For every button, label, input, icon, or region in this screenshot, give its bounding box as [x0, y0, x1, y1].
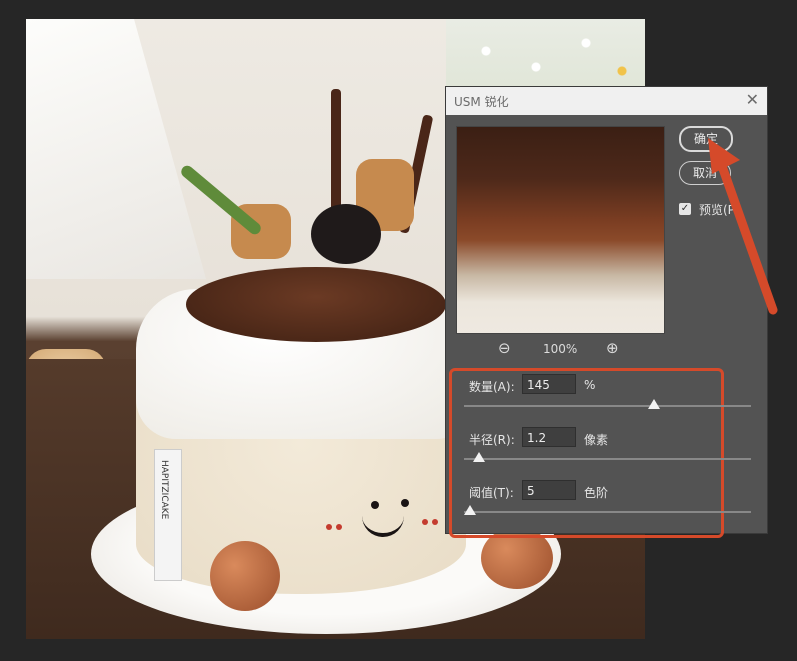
annotation-arrow-shaft — [717, 161, 778, 315]
annotation-arrow — [708, 138, 778, 315]
